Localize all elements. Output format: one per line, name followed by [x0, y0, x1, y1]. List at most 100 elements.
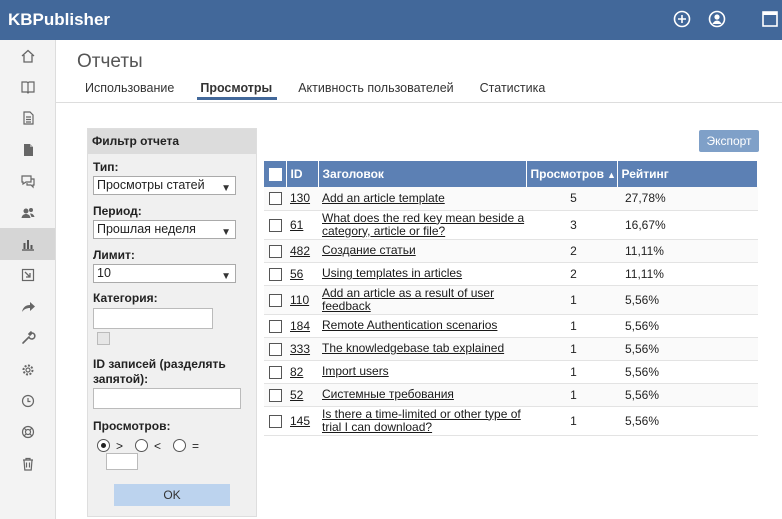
row-checkbox[interactable] — [269, 388, 282, 402]
table-row: 333 The knowledgebase tab explained 1 5,56% — [264, 337, 758, 361]
table-row: 184 Remote Authentication scenarios 1 5,56% — [264, 314, 758, 338]
views-operator-group: > < = — [97, 437, 199, 453]
bar-chart-icon — [21, 240, 34, 251]
row-id-link[interactable]: 130 — [290, 191, 310, 205]
record-ids-input[interactable] — [93, 388, 241, 409]
row-title-link[interactable]: What does the red key mean beside a cate… — [322, 211, 524, 238]
sidebar-item-help[interactable] — [0, 417, 55, 448]
row-views-cell: 1 — [526, 285, 617, 315]
period-select[interactable]: Прошлая неделя ▼ — [93, 220, 236, 239]
column-header-id[interactable]: ID — [286, 161, 319, 187]
sidebar-item-feedback[interactable] — [0, 166, 55, 197]
row-checkbox[interactable] — [269, 342, 282, 356]
row-id-link[interactable]: 110 — [290, 293, 309, 307]
window-icon[interactable] — [761, 10, 779, 28]
tab-user-activity[interactable]: Активность пользователей — [285, 80, 466, 102]
sidebar-item-reports[interactable] — [0, 228, 55, 260]
views-op-eq-radio[interactable] — [173, 438, 187, 452]
sidebar-item-tools[interactable] — [0, 323, 55, 354]
row-select-cell — [264, 187, 286, 211]
row-checkbox[interactable] — [269, 192, 282, 206]
row-select-cell — [264, 239, 286, 263]
type-select[interactable]: Просмотры статей ▼ — [93, 176, 236, 195]
table-row: 130 Add an article template 5 27,78% — [264, 187, 758, 211]
row-id-link[interactable]: 482 — [290, 244, 310, 258]
row-rating-cell: 5,56% — [617, 406, 758, 436]
column-header-title[interactable]: Заголовок — [318, 161, 527, 187]
row-id-link[interactable]: 333 — [290, 342, 310, 356]
sidebar-item-users[interactable] — [0, 197, 55, 228]
row-title-link[interactable]: The knowledgebase tab explained — [322, 341, 504, 355]
brand-logo[interactable]: KBPublisher — [8, 10, 110, 30]
row-id-cell: 52 — [286, 383, 318, 407]
column-header-rating[interactable]: Рейтинг — [617, 161, 758, 187]
chevron-down-icon: ▼ — [221, 227, 231, 238]
sidebar-item-trash[interactable] — [0, 448, 55, 479]
tab-statistics[interactable]: Статистика — [467, 80, 559, 102]
row-id-cell: 333 — [286, 337, 318, 361]
row-title-cell: What does the red key mean beside a cate… — [318, 210, 526, 240]
sidebar-item-export[interactable] — [0, 291, 55, 322]
row-checkbox[interactable] — [269, 293, 282, 307]
column-header-views[interactable]: Просмотров ▲ — [526, 161, 618, 187]
tab-views[interactable]: Просмотры — [187, 80, 285, 102]
row-checkbox[interactable] — [269, 218, 282, 232]
row-title-link[interactable]: Import users — [322, 364, 389, 378]
sidebar-item-logs[interactable] — [0, 385, 55, 416]
row-title-cell: Is there a time-limited or other type of… — [318, 406, 526, 436]
gear-icon — [22, 364, 33, 376]
row-title-link[interactable]: Remote Authentication scenarios — [322, 318, 497, 332]
row-id-link[interactable]: 61 — [290, 218, 303, 232]
row-id-link[interactable]: 52 — [290, 388, 303, 402]
views-label: Просмотров: — [93, 419, 171, 433]
sidebar-item-knowledgebase[interactable] — [0, 71, 55, 102]
sidebar-item-settings[interactable] — [0, 354, 55, 385]
tab-usage[interactable]: Использование — [72, 80, 187, 102]
row-rating-cell: 27,78% — [617, 187, 758, 211]
table-row: 56 Using templates in articles 2 11,11% — [264, 262, 758, 286]
sidebar-item-import[interactable] — [0, 260, 55, 291]
row-rating-cell: 5,56% — [617, 285, 758, 315]
row-checkbox[interactable] — [269, 365, 282, 379]
book-icon — [20, 81, 35, 94]
row-title-link[interactable]: Системные требования — [322, 387, 454, 401]
category-input[interactable] — [93, 308, 213, 329]
row-id-link[interactable]: 184 — [290, 319, 310, 333]
table-row: 82 Import users 1 5,56% — [264, 360, 758, 384]
row-title-link[interactable]: Add an article template — [322, 191, 445, 205]
select-all-header — [264, 161, 287, 187]
row-rating-cell: 11,11% — [617, 262, 758, 286]
row-checkbox[interactable] — [269, 414, 282, 428]
row-id-cell: 482 — [286, 239, 318, 263]
row-select-cell — [264, 406, 286, 436]
row-views-cell: 3 — [526, 210, 617, 240]
views-op-gt-radio[interactable] — [97, 438, 110, 452]
select-all-checkbox[interactable] — [269, 168, 282, 182]
row-title-link[interactable]: Add an article as a result of user feedb… — [322, 286, 494, 313]
category-checkbox[interactable] — [97, 332, 110, 345]
sidebar-item-home[interactable] — [0, 40, 55, 71]
row-title-link[interactable]: Создание статьи — [322, 243, 416, 257]
export-button[interactable]: Экспорт — [699, 130, 759, 152]
table-row: 482 Создание статьи 2 11,11% — [264, 239, 758, 263]
user-circle-icon[interactable] — [708, 10, 726, 28]
plus-circle-icon[interactable] — [673, 10, 691, 28]
sidebar-item-files[interactable] — [0, 134, 55, 165]
views-op-lt-radio[interactable] — [135, 438, 149, 452]
views-count-input[interactable] — [106, 453, 138, 470]
ok-button[interactable]: OK — [114, 484, 230, 506]
row-checkbox[interactable] — [269, 319, 282, 333]
row-checkbox[interactable] — [269, 267, 282, 281]
row-id-link[interactable]: 56 — [290, 267, 303, 281]
row-id-link[interactable]: 82 — [290, 365, 303, 379]
clock-icon — [21, 394, 34, 408]
row-views-cell: 1 — [526, 406, 617, 436]
sidebar-item-articles[interactable] — [0, 103, 55, 134]
table-row: 145 Is there a time-limited or other type… — [264, 406, 758, 436]
row-checkbox[interactable] — [269, 244, 282, 258]
row-title-link[interactable]: Is there a time-limited or other type of… — [322, 407, 521, 434]
sidebar — [0, 40, 56, 519]
limit-select[interactable]: 10 ▼ — [93, 264, 236, 283]
row-id-link[interactable]: 145 — [290, 414, 310, 428]
row-title-link[interactable]: Using templates in articles — [322, 266, 462, 280]
